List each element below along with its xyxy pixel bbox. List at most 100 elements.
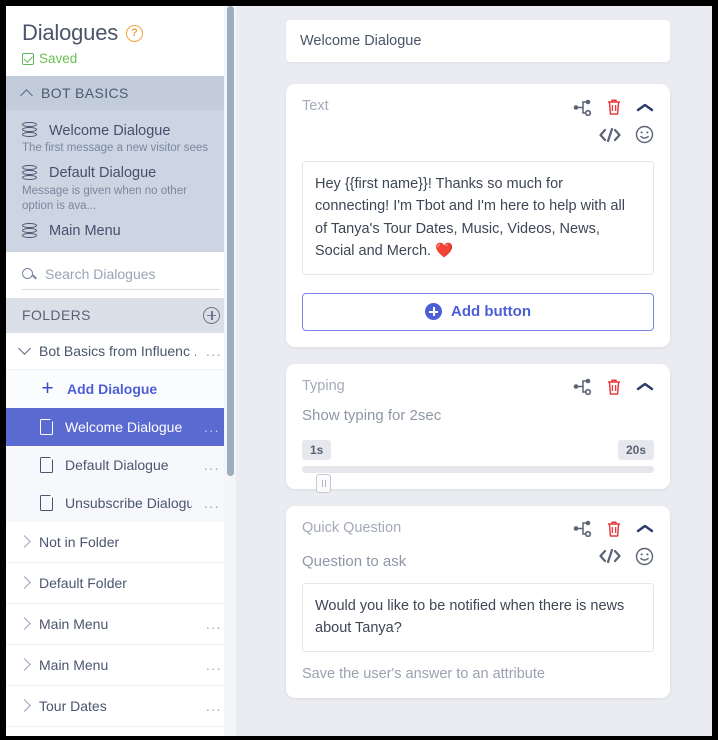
chevron-up-icon <box>20 88 33 102</box>
document-icon <box>40 418 54 435</box>
folder-row-main-menu-2[interactable]: Main Menu ... <box>6 644 236 686</box>
saved-status: Saved <box>22 51 220 66</box>
slider-max-label: 20s <box>617 439 654 460</box>
folder-label: Main Menu <box>39 656 109 673</box>
sidebar-title-row: Dialogues ? <box>22 20 220 46</box>
sidebar-item-default-dialogue[interactable]: Default Dialogue ... <box>6 446 236 484</box>
card-actions <box>573 520 654 543</box>
dialogue-menu-dots[interactable]: ... <box>204 495 220 511</box>
dialogue-label: Default Dialogue <box>65 456 169 473</box>
section-folders-header[interactable]: FOLDERS <box>6 297 236 333</box>
sidebar-header: Dialogues ? Saved <box>6 6 236 76</box>
card-secondary-toolbar <box>598 547 654 571</box>
list-item-description: Message is given when no other option is… <box>22 184 187 213</box>
document-icon <box>40 494 54 511</box>
question-input[interactable]: Would you like to be notified when there… <box>302 582 654 652</box>
folder-row-not-in-folder[interactable]: Not in Folder <box>6 521 236 563</box>
folder-menu-dots[interactable]: ... <box>206 343 222 359</box>
question-to-ask-label: Question to ask <box>302 553 407 571</box>
typing-duration-slider[interactable]: 1s 20s <box>302 439 654 493</box>
dialogue-menu-dots[interactable]: ... <box>204 457 220 473</box>
sidebar-item-welcome-dialogue[interactable]: Welcome Dialogue ... <box>6 407 236 446</box>
folder-row-main-menu-1[interactable]: Main Menu ... <box>6 603 236 645</box>
document-icon <box>40 456 54 473</box>
sidebar-scrollbar[interactable] <box>224 6 236 736</box>
card-type-label: Text <box>302 98 329 114</box>
sidebar-scrollbar-thumb[interactable] <box>227 6 234 476</box>
branch-share-icon[interactable] <box>573 378 592 400</box>
code-brackets-icon[interactable] <box>598 547 622 570</box>
add-dialogue-label: Add Dialogue <box>67 380 158 397</box>
list-item[interactable]: Default Dialogue Message is given when n… <box>6 159 236 217</box>
dialogue-label: Welcome Dialogue <box>65 418 183 435</box>
save-answer-attribute-label: Save the user's answer to an attribute <box>302 665 545 682</box>
trash-icon[interactable] <box>606 98 622 121</box>
list-item[interactable]: Welcome Dialogue The first message a new… <box>6 116 236 159</box>
chevron-up-icon[interactable] <box>636 380 654 398</box>
folder-row-default-folder[interactable]: Default Folder <box>6 562 236 604</box>
database-icon <box>22 222 37 240</box>
card-secondary-toolbar <box>598 125 654 149</box>
folder-row-about[interactable]: About ... <box>6 726 236 736</box>
chevron-up-icon[interactable] <box>636 101 654 119</box>
folder-label: Not in Folder <box>39 533 120 550</box>
add-button-label: Add button <box>451 303 531 321</box>
question-mark-circle-icon[interactable]: ? <box>126 24 144 42</box>
dialogue-label: Unsubscribe Dialogu ... <box>65 494 192 511</box>
chevron-up-icon[interactable] <box>636 522 654 540</box>
folder-list: Not in Folder Default Folder Main Menu .… <box>6 521 236 736</box>
search-icon <box>22 268 33 280</box>
code-brackets-icon[interactable] <box>598 126 622 149</box>
trash-icon[interactable] <box>606 378 622 401</box>
chevron-right-icon <box>18 658 31 671</box>
branch-share-icon[interactable] <box>573 520 592 542</box>
folder-menu-dots[interactable]: ... <box>206 698 222 714</box>
plus-icon: + <box>41 376 54 400</box>
add-dialogue-button[interactable]: + Add Dialogue <box>6 369 236 408</box>
card-text: Text Hey {{first name}}! Thanks so much … <box>286 84 670 347</box>
plus-circle-icon[interactable] <box>203 306 220 324</box>
emoji-smiley-icon[interactable] <box>635 125 654 149</box>
slider-min-label: 1s <box>302 439 332 460</box>
list-item-description: The first message a new visitor sees <box>22 142 208 154</box>
search-input[interactable] <box>45 265 220 282</box>
database-icon <box>22 122 37 139</box>
list-item[interactable]: Main Menu <box>6 217 236 242</box>
emoji-smiley-icon[interactable] <box>635 547 654 571</box>
section-bot-basics-header[interactable]: BOT BASICS <box>6 76 236 110</box>
saved-label: Saved <box>39 51 78 66</box>
card-actions <box>573 98 654 121</box>
folder-row-bot-basics-from-influencers[interactable]: Bot Basics from Influenc ... ... <box>6 332 236 370</box>
sidebar-item-unsubscribe-dialogue[interactable]: Unsubscribe Dialogu ... ... <box>6 484 236 522</box>
card-typing: Typing Show typing for 2sec 1s 20s <box>286 363 670 493</box>
list-item-label: Welcome Dialogue <box>49 122 171 139</box>
chevron-right-icon <box>18 699 31 712</box>
page-title: Dialogues <box>22 20 119 45</box>
slider-thumb[interactable] <box>316 473 331 493</box>
dialogue-menu-dots[interactable]: ... <box>204 419 220 435</box>
slider-track[interactable] <box>302 465 654 493</box>
bot-basics-list: Welcome Dialogue The first message a new… <box>6 110 236 252</box>
folder-label: Default Folder <box>39 574 127 591</box>
database-icon <box>22 164 37 182</box>
folder-label: Main Menu <box>39 615 109 632</box>
dialogues-sidebar: Dialogues ? Saved BOT BASICS Welcome Dia… <box>6 6 236 736</box>
card-secondary-toolbar-row <box>302 125 654 149</box>
checkbox-check-icon <box>22 52 34 65</box>
app-window: Dialogues ? Saved BOT BASICS Welcome Dia… <box>0 0 718 740</box>
trash-icon[interactable] <box>606 520 622 543</box>
chevron-down-icon <box>18 342 31 355</box>
folder-label: Bot Basics from Influenc ... <box>39 342 196 359</box>
text-message-input[interactable]: Hey {{first name}}! Thanks so much for c… <box>302 161 654 275</box>
search-dialogues-row <box>6 251 236 298</box>
card-actions <box>573 378 654 401</box>
branch-share-icon[interactable] <box>573 99 592 121</box>
folder-menu-dots[interactable]: ... <box>206 616 222 632</box>
chevron-right-icon <box>18 576 31 589</box>
dialogue-title-field[interactable]: Welcome Dialogue <box>286 20 670 62</box>
folder-menu-dots[interactable]: ... <box>206 657 222 673</box>
folder-row-tour-dates[interactable]: Tour Dates ... <box>6 685 236 727</box>
folder-children: + Add Dialogue Welcome Dialogue ... Defa… <box>6 369 236 522</box>
add-button-button[interactable]: Add button <box>302 292 654 331</box>
typing-duration-label: Show typing for 2sec <box>302 406 442 424</box>
